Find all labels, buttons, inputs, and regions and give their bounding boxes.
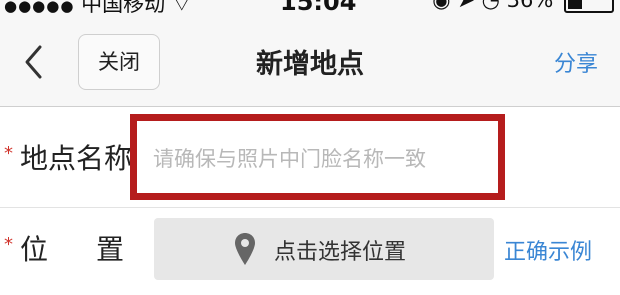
location-label: 位置 (20, 233, 125, 266)
location-arrow-icon: ➤ (457, 0, 475, 12)
signal-dots-icon: ●●●●● (4, 0, 75, 14)
alarm-icon: ◔ (481, 0, 500, 12)
required-mark: * (4, 143, 13, 164)
page-title: 新增地点 (256, 49, 364, 80)
location-pin-icon (235, 233, 255, 265)
nav-bar: 关闭 新增地点 分享 (0, 14, 620, 107)
battery-percent: 36% (506, 0, 554, 12)
select-location-label: 点击选择位置 (274, 240, 407, 265)
select-location-button[interactable]: 点击选择位置 (154, 218, 494, 280)
lock-rotation-icon: ◉ (432, 0, 451, 12)
correct-example-link[interactable]: 正确示例 (504, 234, 592, 266)
location-row: * 位置 点击选择位置 正确示例 (0, 208, 620, 295)
share-button[interactable]: 分享 (554, 46, 598, 78)
place-name-label: 地点名称 (20, 142, 133, 175)
place-name-placeholder: 请确保与照片中门脸名称一致 (153, 147, 426, 171)
carrier-name: 中国移动 (81, 0, 166, 14)
status-time: 15:04 (280, 0, 357, 14)
status-bar: ●●●●● 中国移动 ⌔ 15:04 ◉ ➤ ◔ 36% (0, 0, 620, 14)
place-name-row: * 地点名称 请确保与照片中门脸名称一致 (0, 107, 620, 208)
required-mark: * (4, 234, 13, 255)
battery-icon (564, 0, 614, 13)
place-name-input[interactable]: 请确保与照片中门脸名称一致 (130, 114, 505, 200)
status-right: ◉ ➤ ◔ 36% (432, 0, 614, 13)
carrier-info: ●●●●● 中国移动 ⌔ (4, 0, 192, 14)
wifi-icon: ⌔ (171, 0, 192, 14)
